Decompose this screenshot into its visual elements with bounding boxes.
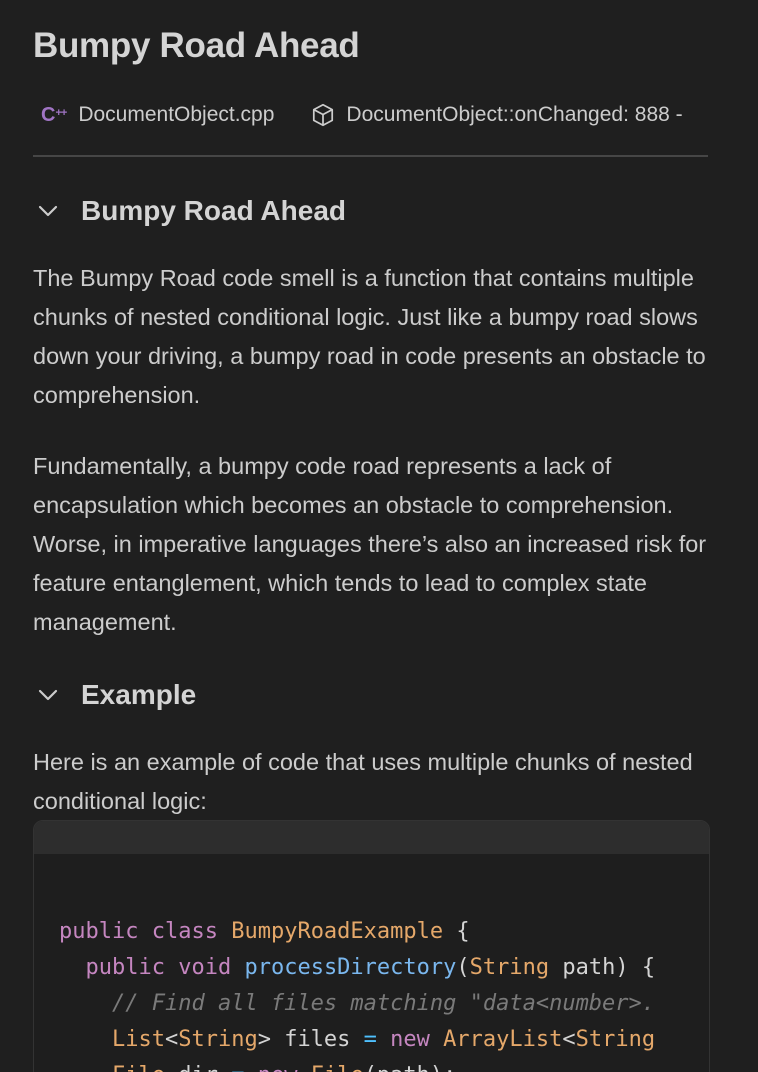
location-bar: C ++ DocumentObject.cpp DocumentObject::o… (33, 99, 758, 131)
section-toggle-example[interactable]: Example (33, 679, 196, 711)
cpp-icon: C ++ (41, 103, 67, 126)
code-content: public class BumpyRoadExample { public v… (34, 854, 709, 1072)
file-link[interactable]: C ++ DocumentObject.cpp (33, 103, 274, 127)
section-title: Example (81, 679, 197, 710)
cube-icon (310, 102, 336, 128)
code-line: File dir = new File(path); (59, 1058, 709, 1072)
code-block-header (34, 821, 709, 854)
function-link[interactable]: DocumentObject::onChanged: 888 - (310, 102, 683, 128)
code-line: // Find all files matching "data<number>… (111, 991, 656, 1016)
description-paragraph: The Bumpy Road code smell is a function … (33, 265, 706, 408)
description-paragraph: Fundamentally, a bumpy code road represe… (33, 453, 707, 635)
example-paragraph: Here is an example of code that uses mul… (33, 749, 693, 814)
code-block: public class BumpyRoadExample { public v… (33, 820, 710, 1072)
code-line: List<String> files = new ArrayList<Strin… (111, 1027, 656, 1052)
chevron-down-icon (37, 688, 67, 702)
code-line: public void processDirectory(String path… (85, 955, 656, 980)
section-title: Bumpy Road Ahead (81, 195, 346, 226)
divider (33, 155, 708, 157)
file-name: DocumentObject.cpp (78, 103, 275, 126)
function-ref: DocumentObject::onChanged: 888 - (346, 103, 683, 126)
chevron-down-icon (37, 204, 67, 218)
section-toggle-bumpy-road[interactable]: Bumpy Road Ahead (33, 195, 346, 227)
code-line: public class BumpyRoadExample { (59, 919, 470, 944)
page-title: Bumpy Road Ahead (33, 26, 360, 65)
